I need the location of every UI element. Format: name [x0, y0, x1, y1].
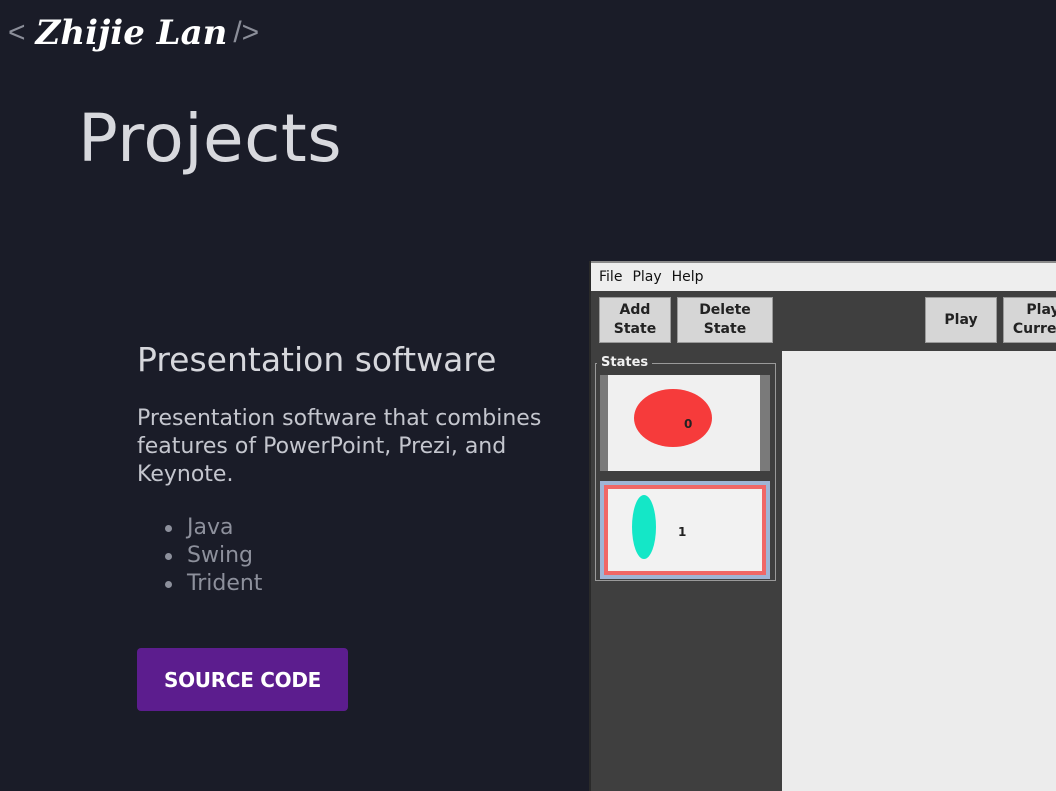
page-title: Projects	[78, 100, 343, 177]
project-screenshot: File Play Help Add State Delete State Pl…	[589, 261, 1056, 791]
selected-state-frame: 1	[604, 485, 766, 575]
menu-play: Play	[632, 269, 662, 285]
red-ellipse-shape	[634, 389, 712, 447]
tech-list: Java Swing Trident	[137, 514, 262, 598]
cyan-ellipse-shape	[632, 495, 656, 559]
app-menubar: File Play Help	[591, 261, 1056, 291]
state-number: 1	[678, 525, 687, 539]
logo-close-bracket: />	[233, 16, 260, 49]
play-button: Play	[925, 297, 997, 343]
site-logo[interactable]: < Zhijie Lan />	[8, 10, 259, 56]
state-thumbnail: 0	[600, 375, 770, 471]
delete-state-button: Delete State	[677, 297, 773, 343]
slide-canvas	[782, 351, 1056, 791]
add-state-button: Add State	[599, 297, 671, 343]
project-description: Presentation software that combines feat…	[137, 406, 542, 487]
tech-item-java: Java	[164, 514, 262, 542]
logo-name: Zhijie Lan	[35, 13, 228, 53]
state-number: 0	[684, 417, 693, 431]
states-panel: States 0 1	[591, 351, 781, 791]
logo-open-bracket: <	[8, 16, 26, 49]
app-toolbar: Add State Delete State Play Play Current	[591, 291, 1056, 351]
tech-item-swing: Swing	[164, 542, 262, 570]
menu-file: File	[599, 269, 623, 285]
states-label: States	[597, 355, 653, 370]
tech-item-trident: Trident	[164, 571, 263, 596]
project-title: Presentation software	[137, 340, 497, 379]
state-thumbnail-selected: 1	[600, 481, 770, 579]
source-code-button[interactable]: SOURCE CODE	[137, 648, 348, 711]
play-current-button: Play Current	[1003, 297, 1056, 343]
menu-help: Help	[671, 269, 704, 285]
